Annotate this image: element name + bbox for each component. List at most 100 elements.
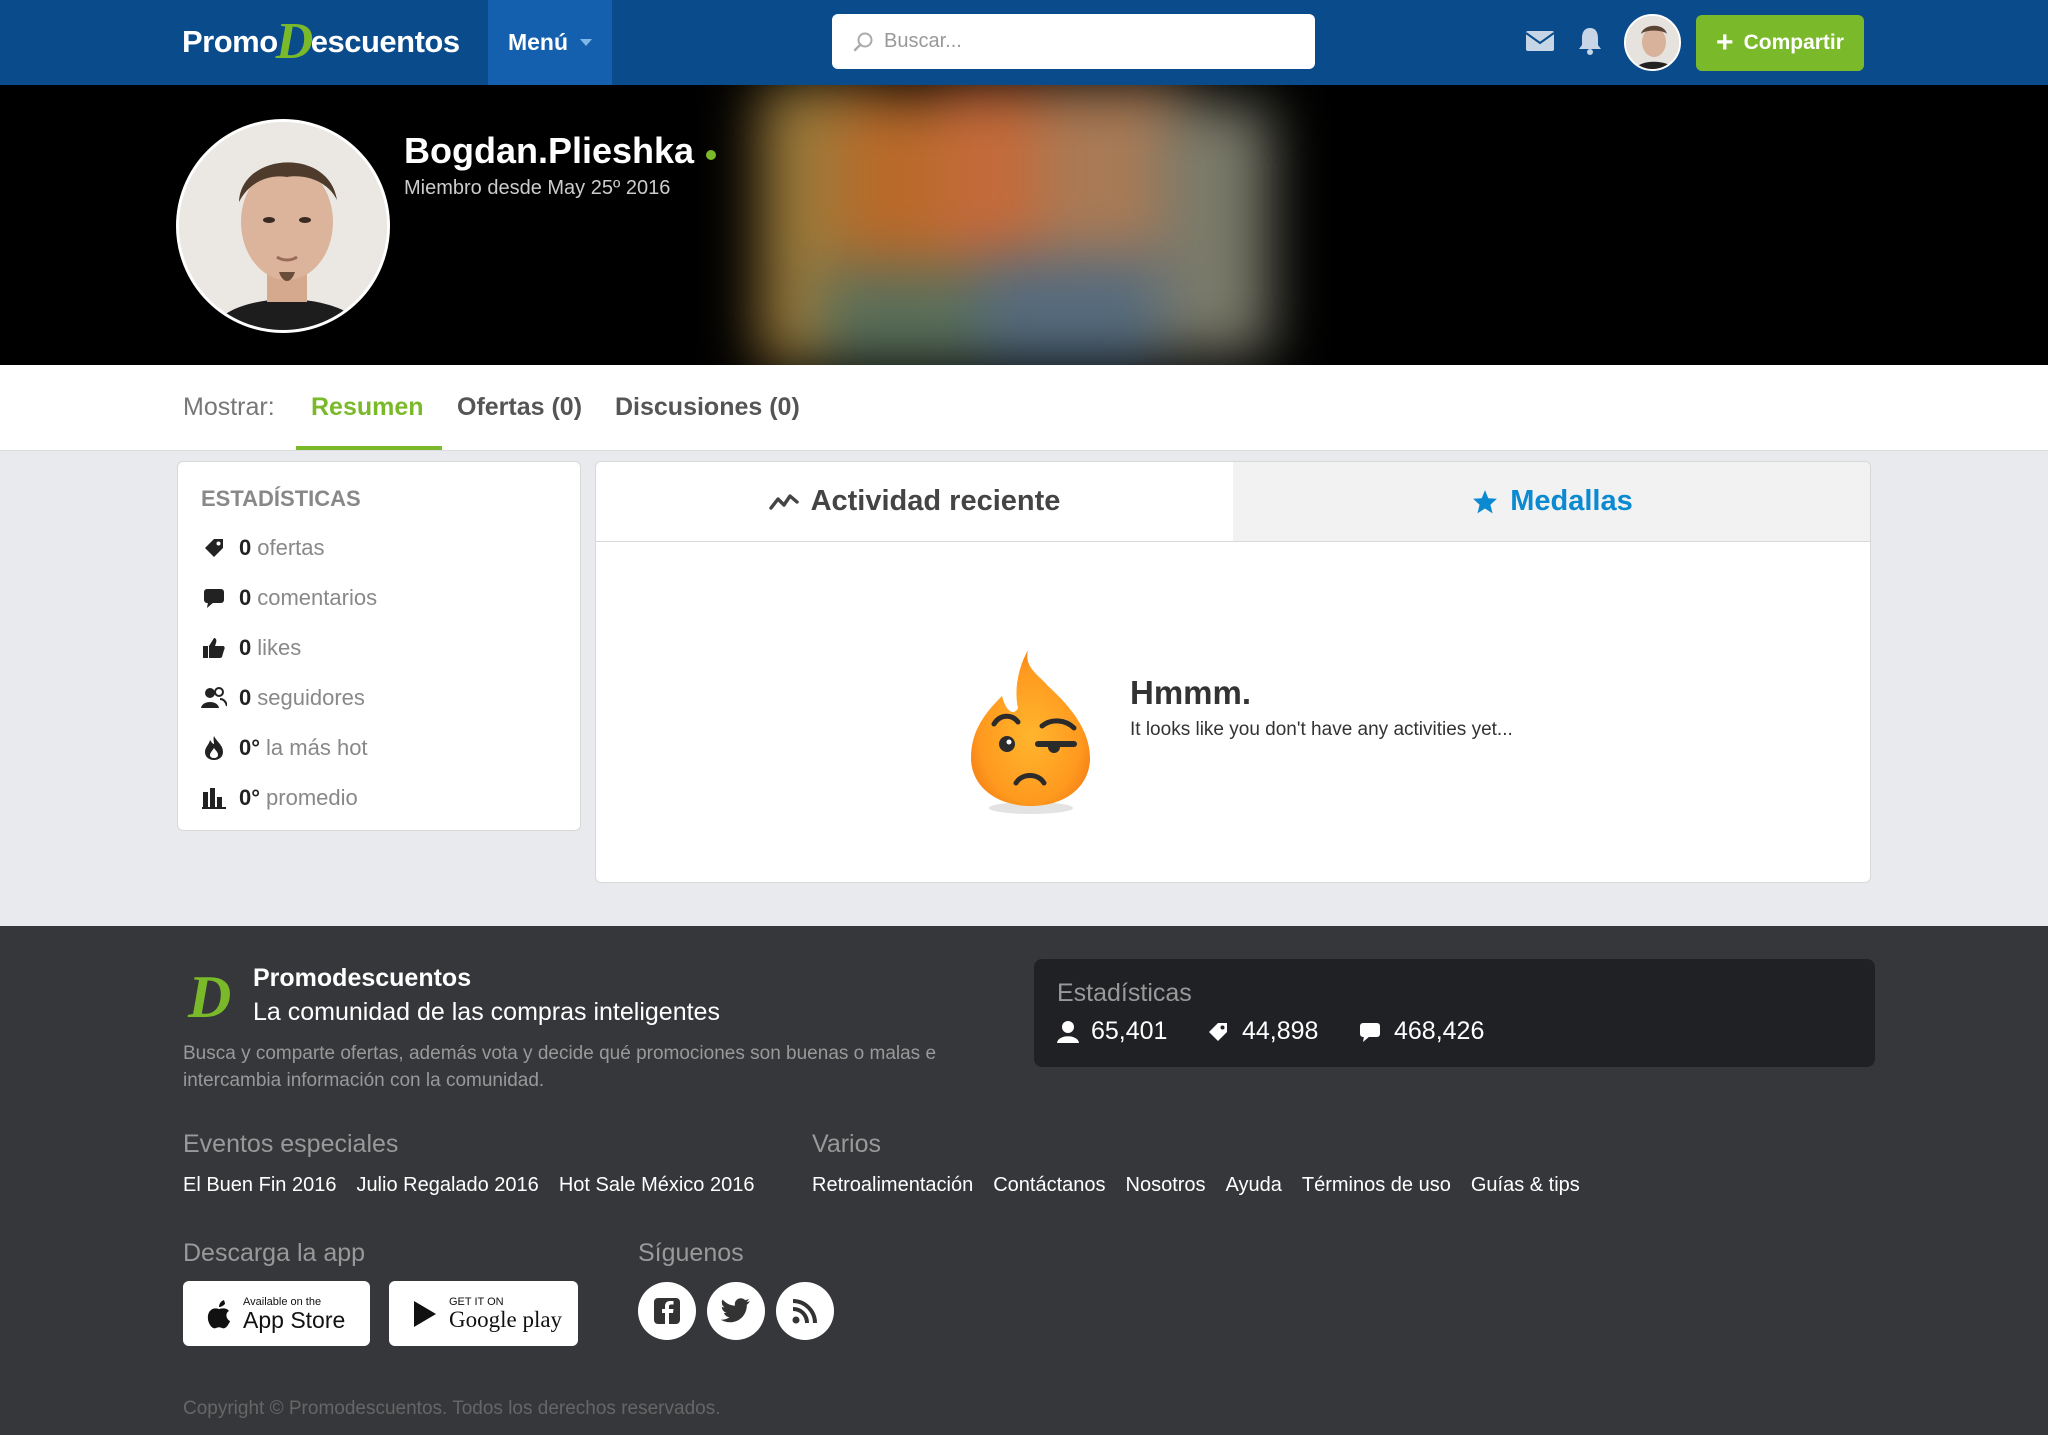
- logo-text-left: Promo: [182, 24, 278, 59]
- tab-offers[interactable]: Ofertas (0): [457, 393, 582, 422]
- stats-title: ESTADÍSTICAS: [201, 486, 361, 511]
- cover-image: [760, 85, 1270, 365]
- stat-row-followers: 0 seguidores: [201, 682, 365, 714]
- footer-stat-value: 468,426: [1394, 1017, 1485, 1045]
- footer-link-about[interactable]: Nosotros: [1126, 1174, 1206, 1197]
- footer-events-links: El Buen Fin 2016 Julio Regalado 2016 Hot…: [183, 1174, 754, 1197]
- footer-follow-title: Síguenos: [638, 1239, 744, 1267]
- footer-misc-title: Varios: [812, 1130, 882, 1158]
- copyright-text: Copyright © Promodescuentos. Todos los d…: [183, 1398, 721, 1419]
- site-footer: D Promodescuentos La comunidad de las co…: [0, 926, 2048, 1435]
- footer-stat-value: 65,401: [1091, 1017, 1168, 1045]
- tab-recent-activity[interactable]: Actividad reciente: [596, 462, 1233, 542]
- comment-icon: [201, 585, 227, 611]
- profile-cover: Bogdan.Plieshka Miembro desde May 25º 20…: [0, 85, 2048, 365]
- googleplay-big-text: Google play: [449, 1306, 563, 1332]
- stat-value: 0: [239, 685, 252, 710]
- stat-label: promedio: [266, 785, 358, 810]
- stat-value: 0°: [239, 785, 261, 810]
- footer-stat-deals: 44,898: [1206, 1017, 1318, 1046]
- stat-row-offers: 0 ofertas: [201, 532, 325, 564]
- member-since-text: Miembro desde May 25º 2016: [404, 177, 671, 199]
- stat-row-comments: 0 comentarios: [201, 582, 377, 614]
- footer-logo-icon: D: [187, 965, 231, 1025]
- appstore-big-text: App Store: [243, 1306, 346, 1333]
- user-icon: [1057, 1020, 1079, 1043]
- stat-row-hottest: 0° la más hot: [201, 732, 368, 764]
- footer-stat-value: 44,898: [1242, 1017, 1319, 1045]
- footer-link-guides[interactable]: Guías & tips: [1471, 1174, 1580, 1197]
- empty-state-title: Hmmm.: [1130, 674, 1252, 711]
- footer-events-title: Eventos especiales: [183, 1130, 399, 1158]
- star-icon: [1473, 489, 1498, 513]
- footer-stats-title: Estadísticas: [1057, 979, 1192, 1007]
- app-store-button[interactable]: Available on the App Store: [183, 1281, 370, 1346]
- activity-panel: Actividad reciente Medallas Hmmm. It loo…: [595, 461, 1871, 883]
- footer-link-feedback[interactable]: Retroalimentación: [812, 1174, 973, 1197]
- mail-icon[interactable]: [1523, 24, 1557, 58]
- share-label: Compartir: [1743, 31, 1844, 54]
- rss-icon[interactable]: [776, 1282, 834, 1340]
- profile-avatar: [176, 119, 390, 333]
- stat-value: 0: [239, 535, 252, 560]
- thumbs-up-icon: [201, 635, 227, 661]
- flame-icon: [201, 735, 227, 761]
- stat-label: la más hot: [266, 735, 368, 760]
- profile-username: Bogdan.Plieshka: [404, 130, 695, 171]
- footer-link-terms[interactable]: Términos de uso: [1302, 1174, 1451, 1197]
- footer-description: Busca y comparte ofertas, además vota y …: [183, 1043, 937, 1091]
- comment-icon: [1360, 1022, 1380, 1042]
- profile-username-row: Bogdan.Plieshka: [404, 130, 717, 172]
- user-avatar[interactable]: [1624, 14, 1681, 71]
- confused-flame-mascot: [971, 650, 1090, 814]
- stat-value: 0°: [239, 735, 261, 760]
- logo-text-right: escuentos: [310, 24, 460, 59]
- bell-icon[interactable]: [1573, 24, 1607, 58]
- footer-link-julio-regalado[interactable]: Julio Regalado 2016: [356, 1174, 538, 1197]
- user-stats-card: ESTADÍSTICAS 0 ofertas 0 comentarios 0 l…: [177, 461, 581, 831]
- stat-value: 0: [239, 585, 252, 610]
- footer-link-hot-sale[interactable]: Hot Sale México 2016: [559, 1174, 755, 1197]
- twitter-icon[interactable]: [707, 1282, 765, 1340]
- google-play-button[interactable]: GET IT ON Google play: [389, 1281, 578, 1346]
- tab-discussions[interactable]: Discusiones (0): [615, 393, 800, 422]
- footer-link-buen-fin[interactable]: El Buen Fin 2016: [183, 1174, 336, 1197]
- search-bar[interactable]: [832, 14, 1315, 69]
- activity-icon: [768, 493, 799, 510]
- tab-recent-label: Actividad reciente: [810, 485, 1061, 517]
- online-status-dot: [706, 150, 717, 160]
- logo-d-mark: D: [275, 13, 314, 70]
- tab-medals-label: Medallas: [1510, 485, 1633, 517]
- search-icon: [853, 32, 873, 51]
- stat-label: comentarios: [257, 585, 378, 610]
- stat-row-likes: 0 likes: [201, 632, 301, 664]
- caret-down-icon: [580, 39, 593, 46]
- site-logo[interactable]: Promo D escuentos: [182, 14, 460, 70]
- footer-tagline: La comunidad de las compras inteligentes: [253, 998, 720, 1026]
- show-label: Mostrar:: [183, 393, 275, 421]
- footer-stat-comments: 468,426: [1358, 1017, 1484, 1046]
- menu-button[interactable]: Menú: [488, 0, 612, 85]
- footer-misc-links: Retroalimentación Contáctanos Nosotros A…: [812, 1174, 1580, 1197]
- stat-label: seguidores: [257, 685, 365, 710]
- footer-stats-box: Estadísticas 65,401 44,898 468,426: [1034, 959, 1875, 1067]
- footer-link-help[interactable]: Ayuda: [1226, 1174, 1282, 1197]
- footer-link-contact[interactable]: Contáctanos: [993, 1174, 1105, 1197]
- stat-row-average: 0° promedio: [201, 782, 358, 814]
- plus-icon: +: [1716, 26, 1734, 59]
- stat-value: 0: [239, 635, 252, 660]
- facebook-icon[interactable]: [638, 1282, 696, 1340]
- appstore-small-text: Available on the: [243, 1295, 322, 1308]
- tab-medals[interactable]: Medallas: [1233, 462, 1870, 542]
- search-input[interactable]: [884, 30, 1284, 53]
- apple-icon: [207, 1299, 230, 1328]
- stat-label: likes: [257, 635, 302, 660]
- share-button[interactable]: + Compartir: [1696, 15, 1864, 71]
- tab-summary[interactable]: Resumen: [311, 393, 424, 422]
- footer-stat-users: 65,401: [1057, 1017, 1167, 1046]
- active-tab-indicator: [296, 446, 442, 450]
- empty-state-message: It looks like you don't have any activit…: [1130, 719, 1513, 740]
- footer-app-title: Descarga la app: [183, 1239, 366, 1267]
- googleplay-small-text: GET IT ON: [449, 1295, 504, 1308]
- menu-label: Menú: [507, 29, 569, 55]
